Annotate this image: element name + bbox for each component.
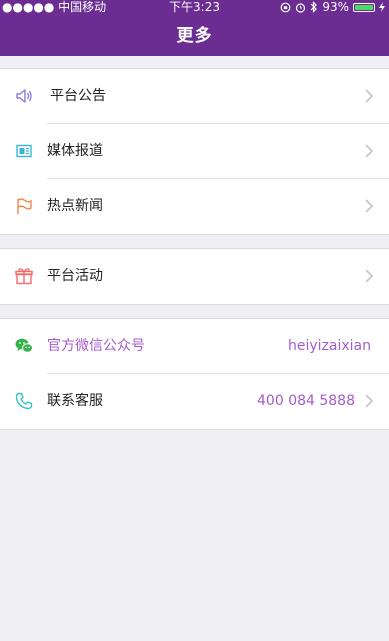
item-label: 热点新闻 — [47, 198, 103, 214]
rotation-lock-icon — [280, 2, 291, 12]
list-item-platform-activities[interactable]: 平台活动 — [0, 249, 389, 304]
speaker-icon — [16, 89, 32, 103]
service-phone-value: 400 084 5888 — [257, 393, 355, 409]
flag-icon — [17, 198, 32, 214]
list-item-wechat-official[interactable]: 官方微信公众号 heiyizaixian — [0, 319, 389, 374]
item-label: 平台公告 — [50, 88, 106, 104]
item-label: 联系客服 — [47, 393, 103, 409]
charging-icon — [379, 2, 385, 12]
chevron-right-icon — [365, 269, 374, 283]
section-activities: 平台活动 — [0, 248, 389, 305]
gift-icon — [15, 268, 33, 285]
bluetooth-icon — [310, 1, 318, 13]
newspaper-icon — [16, 144, 32, 158]
battery-percent: 93% — [322, 0, 349, 14]
chevron-right-icon — [365, 199, 374, 213]
phone-icon — [15, 392, 33, 410]
list-item-customer-service[interactable]: 联系客服 400 084 5888 — [0, 374, 389, 429]
item-label: 官方微信公众号 — [47, 338, 145, 354]
section-news: 平台公告 媒体报道 热点新闻 — [0, 68, 389, 235]
page-title: 更多 — [176, 26, 213, 46]
chevron-right-icon — [365, 144, 374, 158]
list-item-hot-news[interactable]: 热点新闻 — [0, 179, 389, 234]
chevron-right-icon — [365, 394, 374, 408]
item-label: 媒体报道 — [47, 143, 103, 159]
battery-icon — [353, 2, 375, 12]
wechat-icon — [15, 338, 33, 353]
item-label: 平台活动 — [47, 268, 103, 284]
status-right: 93% — [280, 0, 385, 14]
alarm-icon — [296, 2, 306, 13]
list-item-announcement[interactable]: 平台公告 — [0, 69, 389, 124]
nav-header: ●●●●● 中国移动 下午3:23 93% 更多 — [0, 0, 389, 56]
section-contact: 官方微信公众号 heiyizaixian 联系客服 400 084 5888 — [0, 318, 389, 430]
chevron-right-icon — [365, 89, 374, 103]
list-item-media-reports[interactable]: 媒体报道 — [0, 124, 389, 179]
wechat-account-value: heiyizaixian — [288, 338, 371, 354]
status-bar: ●●●●● 中国移动 下午3:23 93% — [0, 0, 389, 14]
